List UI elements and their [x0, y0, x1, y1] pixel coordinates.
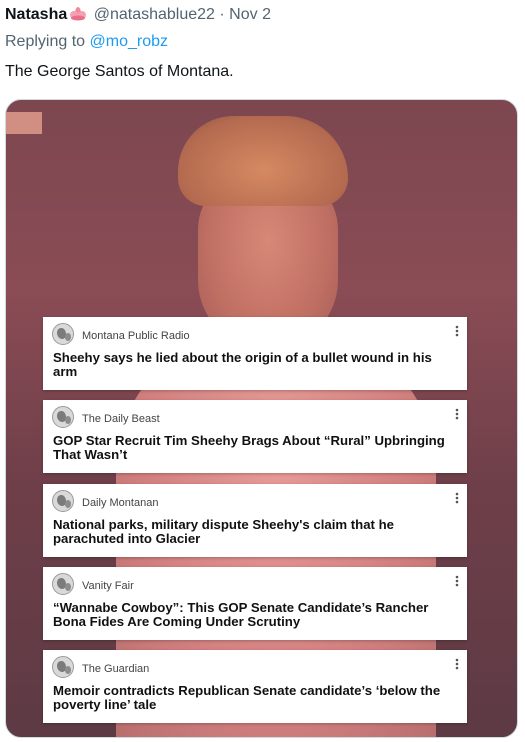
globe-icon: [52, 490, 74, 512]
news-card[interactable]: Daily Montanan National parks, military d…: [43, 484, 467, 557]
news-source: Daily Montanan: [82, 497, 159, 509]
more-vertical-icon[interactable]: [455, 658, 459, 672]
more-vertical-icon[interactable]: [455, 492, 459, 506]
news-source: Vanity Fair: [82, 580, 134, 592]
globe-icon: [52, 323, 74, 345]
globe-icon: [52, 573, 74, 595]
news-headline[interactable]: “Wannabe Cowboy”: This GOP Senate Candid…: [53, 601, 453, 629]
more-vertical-icon[interactable]: [455, 575, 459, 589]
photo-figure-hair: [178, 116, 348, 206]
tweet-header: Natasha @natashablue22 · Nov 2: [5, 5, 520, 27]
news-source: The Daily Beast: [82, 413, 160, 425]
news-headline[interactable]: Memoir contradicts Republican Senate can…: [53, 684, 453, 712]
replying-to-line: Replying to @mo_robz: [5, 32, 168, 52]
replying-to-link[interactable]: @mo_robz: [90, 33, 169, 50]
news-card[interactable]: The Guardian Memoir contradicts Republica…: [43, 650, 467, 723]
news-headline[interactable]: GOP Star Recruit Tim Sheehy Brags About …: [53, 434, 453, 462]
news-headline[interactable]: Sheehy says he lied about the origin of …: [53, 351, 453, 379]
globe-icon: [52, 656, 74, 678]
author-name[interactable]: Natasha: [5, 6, 67, 23]
lotus-flower-icon: [69, 7, 87, 27]
news-source: The Guardian: [82, 663, 150, 675]
news-card[interactable]: The Daily Beast GOP Star Recruit Tim Shee…: [43, 400, 467, 473]
author-handle[interactable]: @natashablue22: [94, 6, 215, 23]
tweet-text: The George Santos of Montana.: [5, 63, 234, 80]
meta-separator: ·: [219, 6, 225, 23]
news-source: Montana Public Radio: [82, 330, 190, 342]
news-card[interactable]: Montana Public Radio Sheehy says he lied …: [43, 317, 467, 390]
globe-icon: [52, 406, 74, 428]
replying-prefix: Replying to: [5, 33, 86, 50]
more-vertical-icon[interactable]: [455, 325, 459, 339]
tweet-date[interactable]: Nov 2: [229, 6, 271, 23]
news-card[interactable]: Vanity Fair “Wannabe Cowboy”: This GOP Se…: [43, 567, 467, 640]
more-vertical-icon[interactable]: [455, 408, 459, 422]
news-headline[interactable]: National parks, military dispute Sheehy'…: [53, 518, 453, 546]
ceiling-light: [6, 112, 42, 134]
